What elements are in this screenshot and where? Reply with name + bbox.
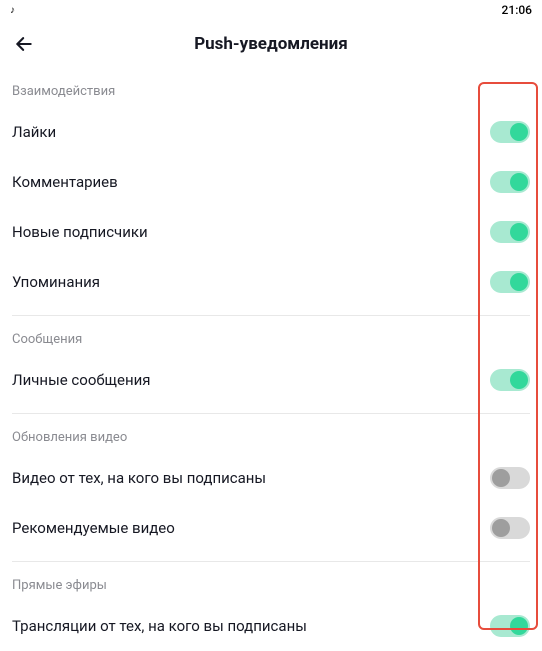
setting-label: Личные сообщения xyxy=(12,371,151,389)
setting-row: Новые подписчики xyxy=(12,207,530,257)
section-header-video-updates: Обновления видео xyxy=(12,414,530,453)
toggle-likes[interactable] xyxy=(490,121,530,143)
setting-label: Новые подписчики xyxy=(12,223,148,241)
arrow-left-icon xyxy=(14,34,34,54)
setting-label: Видео от тех, на кого вы подписаны xyxy=(12,469,266,487)
setting-row: Лайки xyxy=(12,107,530,157)
setting-row: Личные сообщения xyxy=(12,355,530,405)
setting-row: Видео от тех, на кого вы подписаны xyxy=(12,453,530,503)
setting-label: Упоминания xyxy=(12,273,100,291)
toggle-comments[interactable] xyxy=(490,171,530,193)
setting-row: Трансляции от тех, на кого вы подписаны xyxy=(12,601,530,651)
section-header-interactions: Взаимодействия xyxy=(12,68,530,107)
setting-row: Упоминания xyxy=(12,257,530,307)
setting-label: Комментариев xyxy=(12,173,118,191)
toggle-recommended-videos[interactable] xyxy=(490,517,530,539)
toggle-mentions[interactable] xyxy=(490,271,530,293)
page-title: Push-уведомления xyxy=(194,34,348,54)
section-header-messages: Сообщения xyxy=(12,316,530,355)
status-time: 21:06 xyxy=(502,3,532,17)
setting-label: Трансляции от тех, на кого вы подписаны xyxy=(12,617,307,635)
section-header-live: Прямые эфиры xyxy=(12,562,530,601)
setting-label: Рекомендуемые видео xyxy=(12,519,175,537)
setting-label: Лайки xyxy=(12,123,56,141)
settings-content: Взаимодействия Лайки Комментариев Новые … xyxy=(0,68,542,651)
status-app-icon: ♪ xyxy=(10,5,15,16)
setting-row: Комментариев xyxy=(12,157,530,207)
toggle-live-followed[interactable] xyxy=(490,615,530,637)
toggle-new-followers[interactable] xyxy=(490,221,530,243)
header: Push-уведомления xyxy=(0,20,542,68)
setting-row: Рекомендуемые видео xyxy=(12,503,530,553)
toggle-direct-messages[interactable] xyxy=(490,369,530,391)
toggle-followed-videos[interactable] xyxy=(490,467,530,489)
back-button[interactable] xyxy=(12,32,36,56)
status-bar: ♪ 21:06 xyxy=(0,0,542,20)
